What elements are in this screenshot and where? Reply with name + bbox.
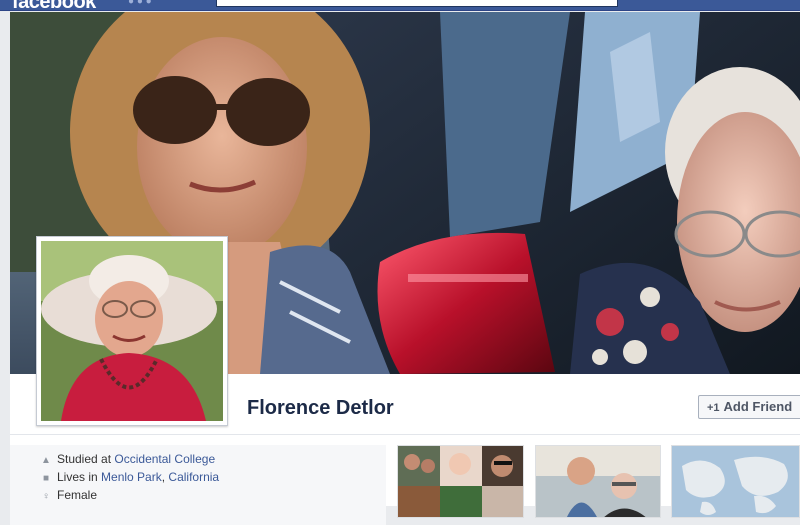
about-info-panel: ▲ Studied at Occidental College ■ Lives in… xyxy=(10,445,386,525)
education-row: ▲ Studied at Occidental College xyxy=(40,452,215,466)
add-friend-icon: +1 xyxy=(707,402,720,414)
search-input[interactable] xyxy=(216,0,618,7)
city-link[interactable]: Menlo Park xyxy=(101,470,162,484)
add-friend-button[interactable]: +1 Add Friend xyxy=(698,395,800,419)
gender-value: Female xyxy=(57,488,98,502)
profile-picture[interactable] xyxy=(36,236,228,426)
map-thumbnail[interactable] xyxy=(671,445,800,518)
house-icon: ■ xyxy=(42,473,50,484)
notifications-icons[interactable]: ● ● ● xyxy=(128,0,152,7)
graduation-cap-icon: ▲ xyxy=(41,455,51,466)
photos-thumbnail[interactable] xyxy=(535,445,661,518)
gender-icon: ♀ xyxy=(42,491,50,502)
residence-row: ■ Lives in Menlo Park, California xyxy=(40,470,219,484)
studied-label: Studied at xyxy=(57,452,112,466)
profile-page: Florence Detlor +1 Add Friend ▲ Studied at… xyxy=(10,12,800,525)
divider xyxy=(10,434,800,435)
lives-label: Lives in xyxy=(57,470,98,484)
profile-name: Florence Detlor xyxy=(247,397,394,419)
friends-thumbnail[interactable] xyxy=(397,445,524,518)
school-link[interactable]: Occidental College xyxy=(114,452,215,466)
state-link[interactable]: California xyxy=(168,470,219,484)
top-nav-bar: facebook ● ● ● xyxy=(0,0,800,13)
gender-row: ♀ Female xyxy=(40,488,97,502)
add-friend-label: Add Friend xyxy=(723,399,793,414)
